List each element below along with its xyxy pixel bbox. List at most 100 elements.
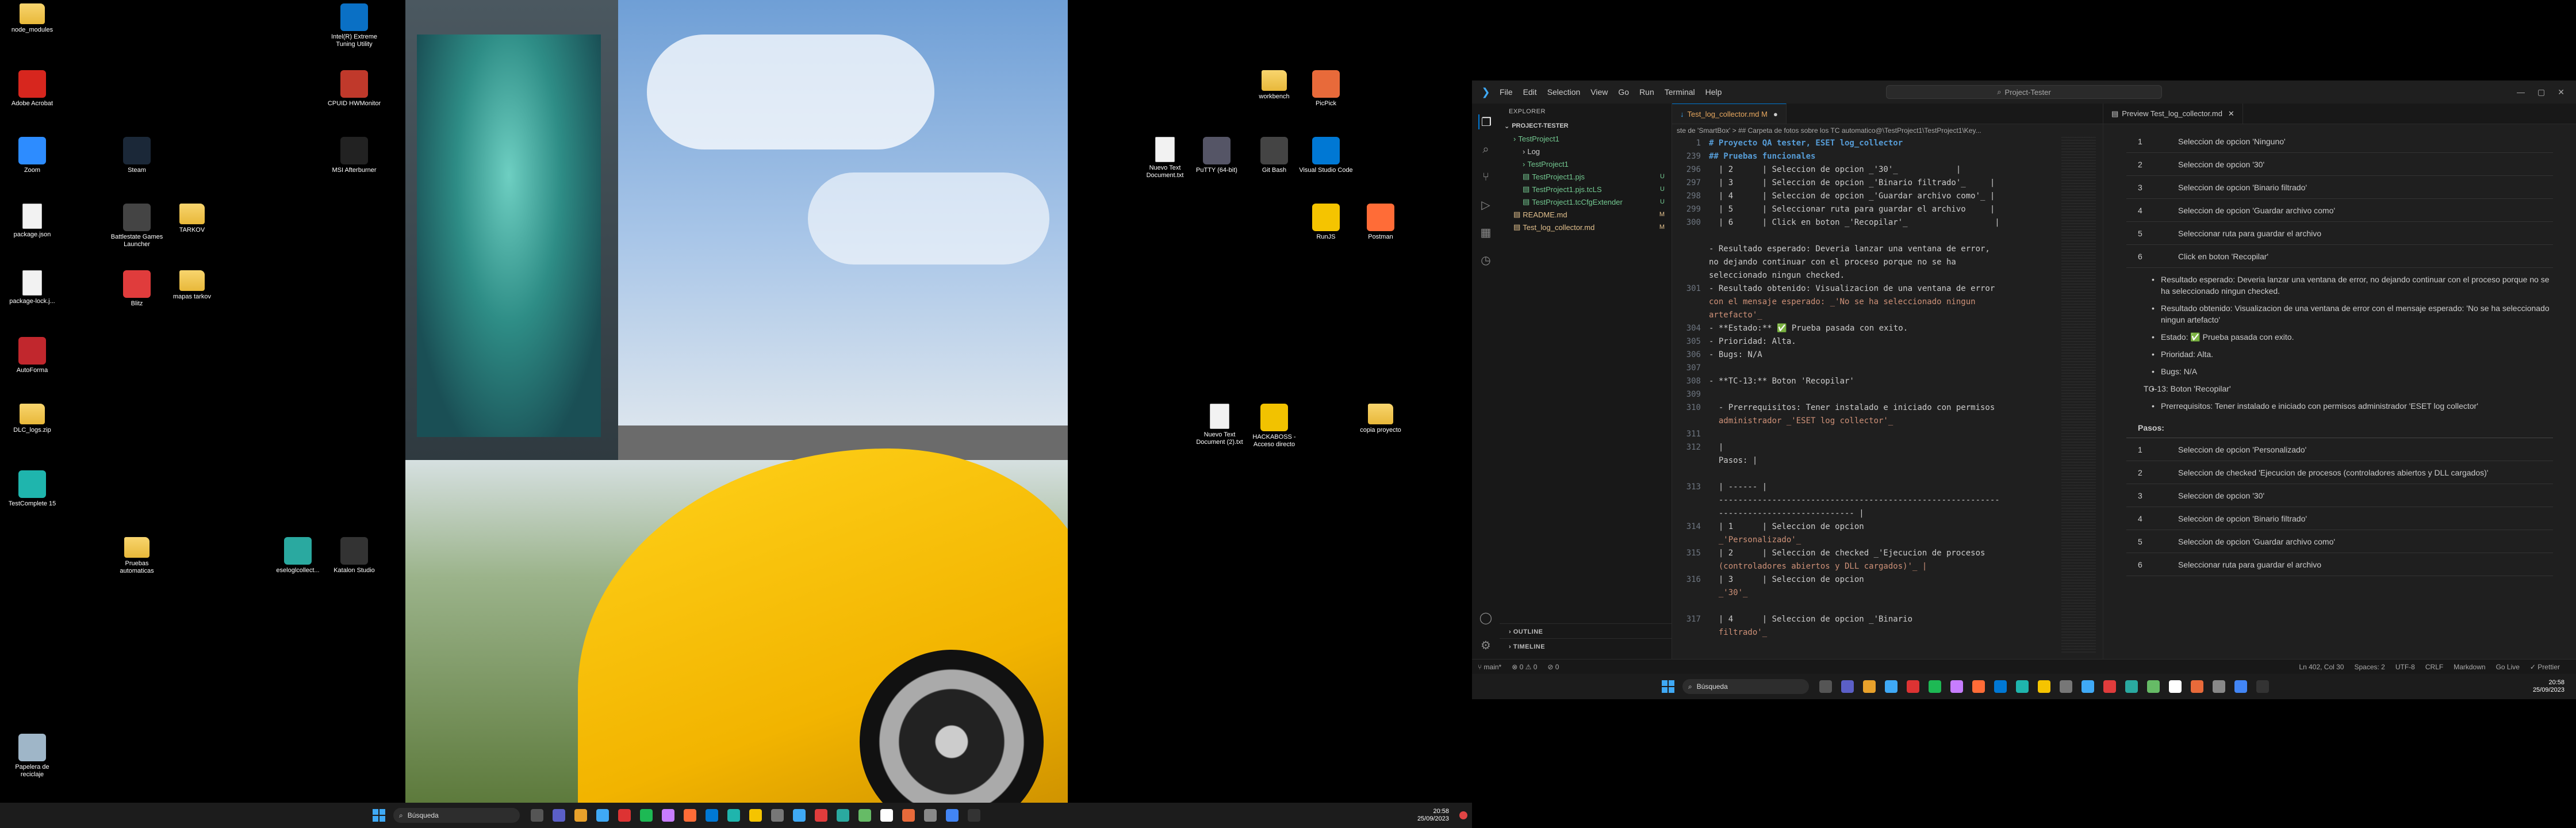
go-live-button[interactable]: Go Live <box>2496 663 2520 671</box>
taskbar-search-box[interactable]: ⌕ Búsqueda <box>1682 679 1809 694</box>
desktop-icon[interactable]: TARKOV <box>163 204 221 234</box>
taskbar-app-icon[interactable] <box>837 809 849 822</box>
markdown-editor[interactable]: ↓ Test_log_collector.md M ● ste de 'Smar… <box>1672 103 2103 659</box>
taskbar-app-icon[interactable] <box>2191 680 2203 693</box>
taskbar-app-icon[interactable] <box>553 809 565 822</box>
desktop-icon[interactable]: Katalon Studio <box>325 537 383 574</box>
tree-item[interactable]: ▤ README.md M <box>1500 208 1672 221</box>
taskbar-app-icon[interactable] <box>1885 680 1897 693</box>
tab-preview[interactable]: ▤ Preview Test_log_collector.md ✕ <box>2103 103 2243 124</box>
taskbar-app-icon[interactable] <box>880 809 893 822</box>
desktop-icon[interactable]: Visual Studio Code <box>1297 137 1355 174</box>
start-button[interactable] <box>373 809 385 822</box>
desktop-icon[interactable]: Blitz <box>108 270 166 308</box>
desktop-icon[interactable]: Git Bash <box>1245 137 1303 174</box>
ports-indicator[interactable]: ⊘ 0 <box>1547 663 1559 671</box>
desktop-icon[interactable]: Papelera de reciclaje <box>3 734 61 779</box>
desktop-icon[interactable]: TestComplete 15 <box>3 470 61 508</box>
taskbar-app-icon[interactable] <box>1950 680 1963 693</box>
desktop-icon[interactable]: AutoForma <box>3 337 61 374</box>
search-icon[interactable]: ⌕ <box>1478 142 1493 157</box>
taskbar-app-icon[interactable] <box>771 809 784 822</box>
desktop-icon[interactable]: PuTTY (64-bit) <box>1188 137 1245 174</box>
taskbar-app-icon[interactable] <box>815 809 827 822</box>
taskbar-app-icon[interactable] <box>858 809 871 822</box>
taskbar-app-icon[interactable] <box>1819 680 1832 693</box>
desktop-icon[interactable]: HACKABOSS - Acceso directo <box>1245 404 1303 448</box>
taskbar-app-icon[interactable] <box>531 809 543 822</box>
tree-item[interactable]: ▤ TestProject1.pjs U <box>1500 170 1672 183</box>
taskbar-app-icon[interactable] <box>727 809 740 822</box>
menu-item-selection[interactable]: Selection <box>1547 87 1581 97</box>
tree-item[interactable]: ▤ TestProject1.pjs.tcLS U <box>1500 183 1672 195</box>
desktop-icon[interactable]: Adobe Acrobat <box>3 70 61 108</box>
desktop-icon[interactable]: MSI Afterburner <box>325 137 383 174</box>
desktop-icon[interactable]: Postman <box>1352 204 1409 241</box>
markdown-preview[interactable]: ▤ Preview Test_log_collector.md ✕ 1 Selec… <box>2103 103 2576 659</box>
minimap[interactable] <box>2061 137 2096 654</box>
menu-item-help[interactable]: Help <box>1705 87 1722 97</box>
taskbar-app-icon[interactable] <box>2038 680 2050 693</box>
taskbar-app-icon[interactable] <box>2213 680 2225 693</box>
taskbar-app-icon[interactable] <box>1863 680 1876 693</box>
taskbar-app-icon[interactable] <box>662 809 674 822</box>
timeline-section[interactable]: › TIMELINE <box>1500 638 1672 655</box>
taskbar-app-icon[interactable] <box>684 809 696 822</box>
settings-gear-icon[interactable]: ⚙ <box>1478 638 1493 653</box>
menu-item-view[interactable]: View <box>1590 87 1608 97</box>
cursor-position[interactable]: Ln 402, Col 30 <box>2299 663 2344 671</box>
maximize-icon[interactable]: ▢ <box>2537 87 2545 97</box>
taskbar-app-icon[interactable] <box>2234 680 2247 693</box>
taskbar-app-icon[interactable] <box>946 809 959 822</box>
desktop-icon[interactable]: eseloglcollect... <box>269 537 327 574</box>
taskbar-app-icon[interactable] <box>2016 680 2029 693</box>
taskbar-app-icon[interactable] <box>2082 680 2094 693</box>
desktop-icon[interactable]: package-lock.j... <box>3 270 61 305</box>
extensions-icon[interactable]: ▦ <box>1478 225 1493 240</box>
taskbar-app-icon[interactable] <box>1972 680 1985 693</box>
menu-item-terminal[interactable]: Terminal <box>1665 87 1695 97</box>
timeline-icon[interactable]: ◷ <box>1478 252 1493 267</box>
tree-item[interactable]: › TestProject1 <box>1500 132 1672 145</box>
taskbar-app-icon[interactable] <box>2060 680 2072 693</box>
close-icon[interactable]: ✕ <box>2228 109 2234 118</box>
explorer-icon[interactable]: ❐ <box>1478 114 1493 129</box>
desktop-icon[interactable]: PicPick <box>1297 70 1355 108</box>
desktop-icon[interactable]: RunJS <box>1297 204 1355 241</box>
taskbar-app-icon[interactable] <box>596 809 609 822</box>
taskbar-app-icon[interactable] <box>1841 680 1854 693</box>
account-icon[interactable]: ◯ <box>1478 610 1493 625</box>
problems-indicator[interactable]: ⊗ 0 ⚠ 0 <box>1512 663 1537 671</box>
eol[interactable]: CRLF <box>2425 663 2443 671</box>
close-icon[interactable]: ● <box>1773 110 1778 118</box>
menu-item-go[interactable]: Go <box>1618 87 1629 97</box>
tree-item[interactable]: ▤ Test_log_collector.md M <box>1500 221 1672 233</box>
taskbar-app-icon[interactable] <box>1907 680 1919 693</box>
system-clock[interactable]: 20:58 25/09/2023 <box>2533 679 2564 694</box>
tab-test-log-collector[interactable]: ↓ Test_log_collector.md M ● <box>1672 103 1787 124</box>
desktop-icon[interactable]: Zoom <box>3 137 61 174</box>
desktop-icon[interactable]: Pruebas automaticas <box>108 537 166 575</box>
project-root[interactable]: ⌄ PROJECT-TESTER <box>1500 120 1672 132</box>
taskbar-app-icon[interactable] <box>2125 680 2138 693</box>
encoding[interactable]: UTF-8 <box>2395 663 2415 671</box>
taskbar-app-icon[interactable] <box>1994 680 2007 693</box>
taskbar-app-icon[interactable] <box>968 809 980 822</box>
taskbar-search-box[interactable]: ⌕ Búsqueda <box>393 808 520 823</box>
taskbar-app-icon[interactable] <box>2169 680 2182 693</box>
taskbar-app-icon[interactable] <box>706 809 718 822</box>
desktop-icon[interactable]: workbench <box>1245 70 1303 101</box>
menu-item-file[interactable]: File <box>1500 87 1513 97</box>
desktop-icon[interactable]: Battlestate Games Launcher <box>108 204 166 248</box>
minimize-icon[interactable]: — <box>2517 87 2525 97</box>
breadcrumb[interactable]: ste de 'SmartBox' > ## Carpeta de fotos … <box>1672 124 2103 137</box>
tree-item[interactable]: ▤ TestProject1.tcCfgExtender U <box>1500 195 1672 208</box>
desktop-icon[interactable]: node_modules <box>3 3 61 34</box>
taskbar-app-icon[interactable] <box>1929 680 1941 693</box>
taskbar-app-icon[interactable] <box>793 809 806 822</box>
taskbar-app-icon[interactable] <box>749 809 762 822</box>
system-clock[interactable]: 20:58 25/09/2023 <box>1417 808 1449 823</box>
outline-section[interactable]: › OUTLINE <box>1500 623 1672 640</box>
desktop-icon[interactable]: Nuevo Text Document.txt <box>1136 137 1194 179</box>
taskbar-app-icon[interactable] <box>618 809 631 822</box>
